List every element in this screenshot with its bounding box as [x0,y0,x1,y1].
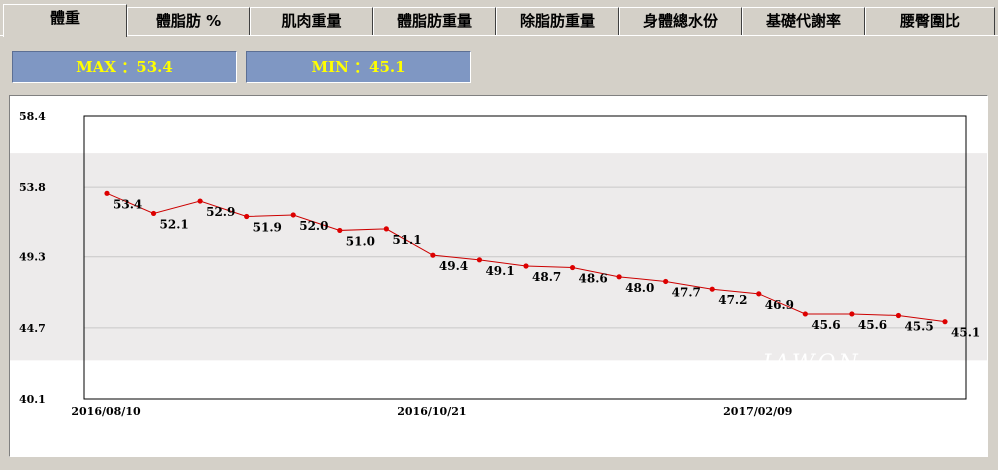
tab-bmr[interactable]: 基礎代謝率 [742,7,865,35]
data-point [197,198,203,204]
tab-label: 腰臀圍比 [899,12,960,30]
y-tick-label: 49.3 [19,251,46,264]
data-label: 52.1 [160,217,189,231]
x-tick-label: 2017/02/09 [723,405,792,418]
tab-label: 體脂肪 % [155,12,222,30]
data-point [383,226,389,232]
tab-label: 體脂肪重量 [396,12,472,30]
data-label: 52.0 [299,219,328,233]
data-point [244,213,250,220]
min-value-label: MIN ：45.1 [311,58,406,76]
data-label: 49.4 [439,259,468,273]
weight-line-chart: JAWON 58.453.849.344.740.1 2016/08/10 201… [10,110,987,418]
x-axis-ticks: 2016/08/10 2016/10/21 2017/02/09 [71,405,792,418]
data-label: 45.5 [904,319,933,333]
data-point [150,210,157,217]
tab-muscle[interactable]: 肌肉重量 [250,7,373,35]
max-value-label: MAX ：53.4 [76,58,173,76]
y-tick-label: 58.4 [19,110,46,123]
tab-fat-mass[interactable]: 體脂肪重量 [373,7,496,35]
min-value-box: MIN ：45.1 [246,51,471,83]
x-tick-label: 2016/10/21 [397,405,466,418]
data-point [849,311,855,317]
data-point [476,257,483,263]
watermark-text: JAWON [758,351,861,376]
data-point [616,274,622,280]
tab-water[interactable]: 身體總水份 [619,7,742,35]
data-point [569,264,576,271]
data-label: 45.6 [858,318,887,332]
tab-divider [0,35,998,36]
data-point [337,227,343,234]
data-point [104,190,110,196]
data-label: 49.1 [485,264,514,278]
data-point [523,263,529,269]
data-label: 48.6 [579,272,608,286]
data-point [663,278,669,285]
data-label: 47.7 [672,285,701,299]
data-point [290,212,296,218]
x-tick-label: 2016/08/10 [71,405,141,418]
data-point [756,291,762,297]
data-label: 53.4 [113,197,142,211]
tab-label: 肌肉重量 [281,12,342,30]
tab-body-fat-pct[interactable]: 體脂肪 % [127,7,250,35]
tab-weight[interactable]: 體重 [3,4,127,37]
data-label: 47.2 [718,293,747,307]
tab-label: 身體總水份 [642,12,718,30]
tab-lean-mass[interactable]: 除脂肪重量 [496,7,619,35]
data-point [709,286,715,292]
data-point [802,311,808,317]
tab-label: 體重 [49,9,80,27]
tab-label: 基礎代謝率 [765,12,841,30]
data-point [895,312,902,319]
y-tick-label: 53.8 [19,181,46,194]
data-label: 48.7 [532,270,561,284]
data-label: 51.0 [346,234,375,248]
tab-bar: 體重 體脂肪 % 肌肉重量 體脂肪重量 除脂肪重量 身體總水份 基礎代謝率 腰臀… [0,0,998,37]
tab-whr[interactable]: 腰臀圍比 [865,7,995,35]
data-label: 51.9 [253,221,282,235]
data-label: 51.1 [392,233,421,247]
y-tick-label: 40.1 [19,393,46,406]
data-point [430,252,436,258]
tab-label: 除脂肪重量 [519,12,595,30]
data-label: 45.6 [811,318,840,332]
data-label: 48.0 [625,281,654,295]
y-tick-label: 44.7 [19,322,46,335]
data-label: 45.1 [951,326,980,340]
max-value-box: MAX ：53.4 [12,51,237,83]
data-label: 52.9 [206,205,235,219]
data-label: 46.9 [765,298,794,312]
data-point [942,319,948,325]
chart-panel: JAWON 58.4 53.8 49.3 44.7 40.1 2016/08/10 201… [9,95,988,457]
